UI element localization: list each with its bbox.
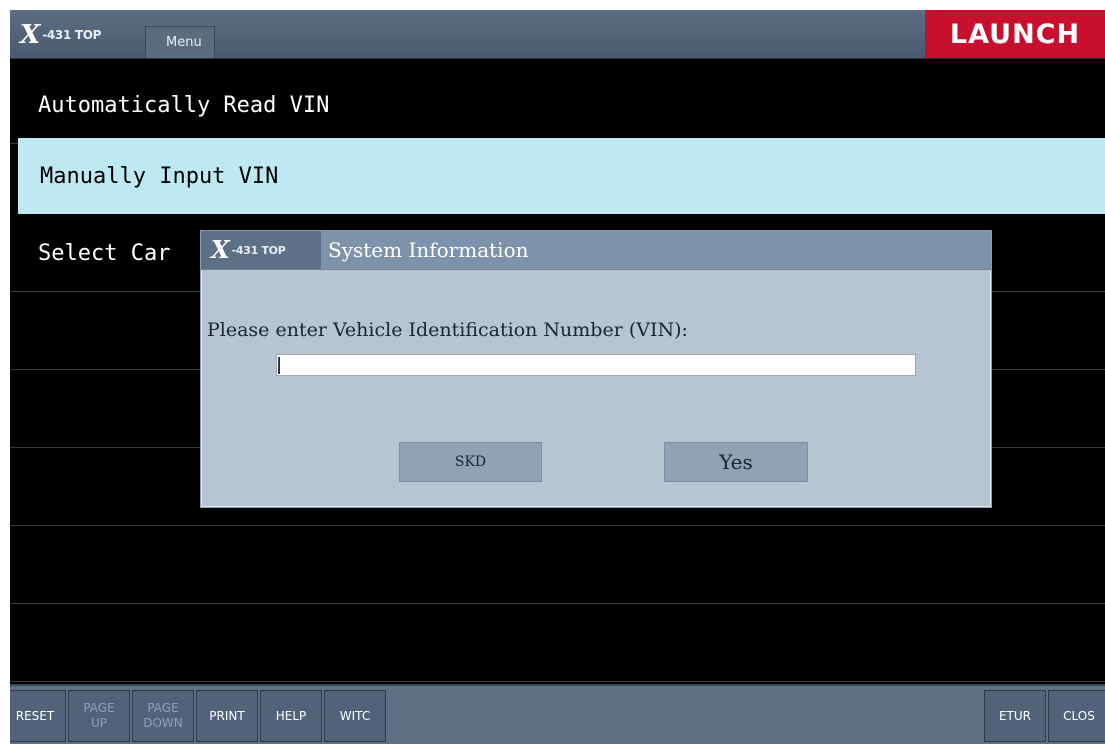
logo-text: -431 TOP [42,28,102,42]
menu-item-empty [10,606,1105,682]
dialog-logo-text: -431 TOP [231,243,286,257]
print-button[interactable]: PRINT [196,690,258,742]
top-bar: X -431 TOP Menu LAUNCH [10,10,1105,59]
vin-prompt: Please enter Vehicle Identification Numb… [207,319,688,341]
vin-dialog: X -431 TOP System Information Please ent… [200,230,992,508]
vin-input[interactable] [276,354,916,376]
dialog-title: System Information [328,238,529,262]
help-button[interactable]: HELP [260,690,322,742]
return-button[interactable]: ETUR [984,690,1046,742]
text-caret [278,357,280,374]
page-down-button[interactable]: PAGE DOWN [132,690,194,742]
dialog-title-bar: X -431 TOP System Information [201,231,991,270]
app-logo: X -431 TOP [20,18,150,52]
app-window: X -431 TOP Menu LAUNCH Automatically Rea… [10,10,1105,744]
page-up-button[interactable]: PAGE UP [68,690,130,742]
switch-button[interactable]: WITC [324,690,386,742]
yes-button[interactable]: Yes [664,442,808,482]
reset-button[interactable]: RESET [10,690,66,742]
menu-item-auto-read-vin[interactable]: Automatically Read VIN [10,68,1105,144]
dialog-logo-mark: X [211,235,230,264]
bottom-toolbar: RESET PAGE UP PAGE DOWN PRINT HELP WITC … [10,684,1105,744]
menu-item-empty [10,528,1105,604]
menu-item-manual-input-vin[interactable]: Manually Input VIN [18,138,1105,214]
logo-mark: X [20,20,41,50]
brand-logo: LAUNCH [925,10,1105,58]
tab-menu[interactable]: Menu [145,26,215,58]
close-button[interactable]: CLOS [1048,690,1105,742]
dialog-logo: X -431 TOP [201,231,321,269]
skd-button[interactable]: SKD [399,442,542,482]
